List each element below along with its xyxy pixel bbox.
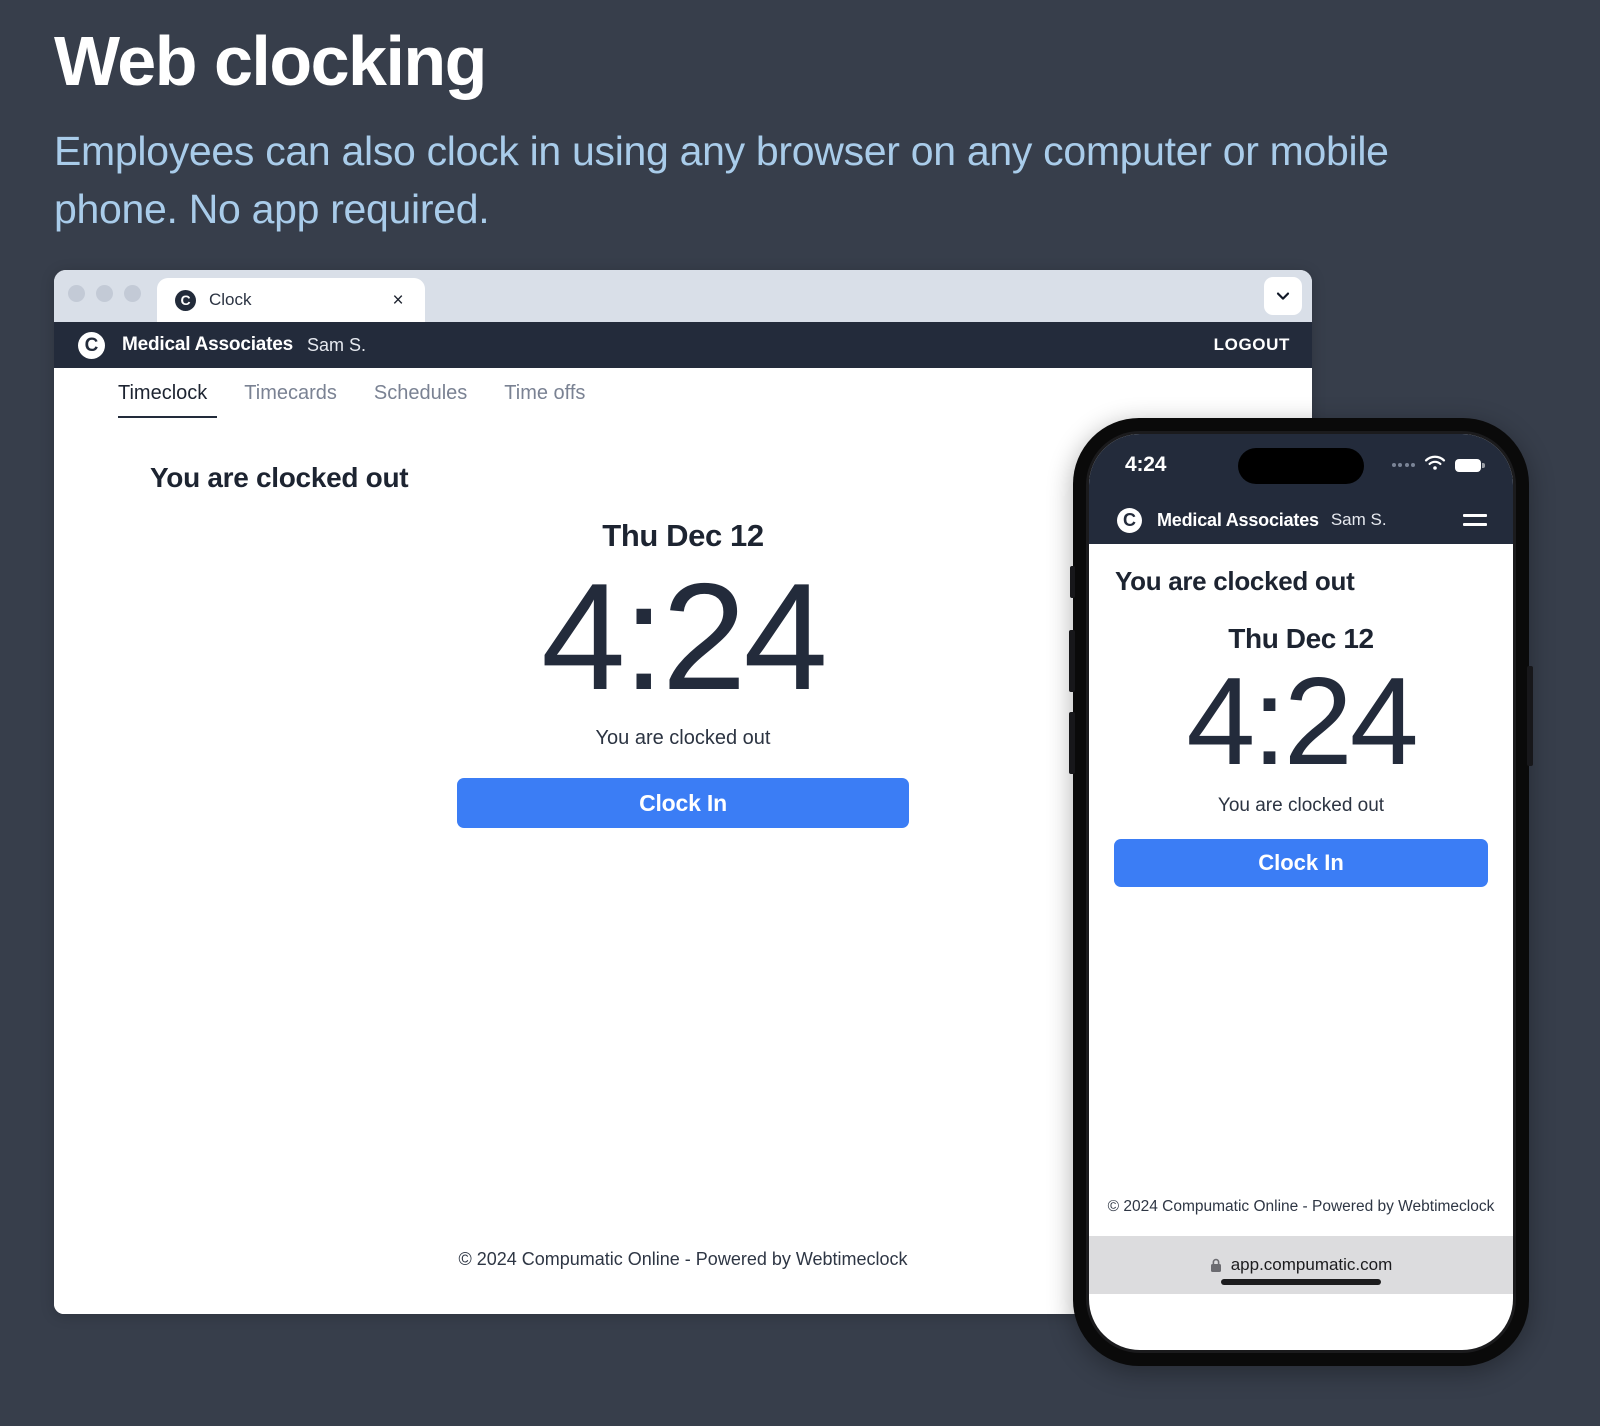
user-name: Sam S.	[307, 334, 367, 355]
app-logo-icon: C	[78, 331, 105, 359]
phone-app-content: You are clocked out Thu Dec 12 4:24 You …	[1089, 544, 1513, 1236]
tab-timeclock[interactable]: Timeclock	[118, 382, 218, 418]
tab-timecards[interactable]: Timecards	[244, 382, 362, 416]
phone-timeclock-panel: Thu Dec 12 4:24 You are clocked out Cloc…	[1114, 623, 1488, 888]
phone-clock-in-button[interactable]: Clock In	[1114, 839, 1488, 888]
phone-clock-status-heading: You are clocked out	[1115, 566, 1355, 596]
phone-screen: 4:24 C Medical Associates Sam S. You are…	[1089, 434, 1513, 1350]
tab-title: Clock	[209, 290, 252, 309]
phone-app-footer: © 2024 Compumatic Online - Powered by We…	[1107, 1198, 1495, 1215]
clock-status-heading: You are clocked out	[150, 462, 409, 493]
home-indicator	[1221, 1279, 1381, 1285]
phone-mute-switch[interactable]	[1070, 566, 1075, 598]
phone-url-text: app.compumatic.com	[1230, 1255, 1393, 1274]
clock-date: Thu Dec 12	[602, 518, 764, 553]
clock-status-text: You are clocked out	[595, 727, 771, 750]
tab-time-offs[interactable]: Time offs	[504, 382, 610, 416]
browser-tab-clock[interactable]: C Clock ×	[157, 278, 425, 322]
slide-header: Web clocking Employees can also clock in…	[54, 22, 1454, 238]
phone-user-name: Sam S.	[1330, 510, 1387, 529]
hamburger-menu-icon[interactable]	[1463, 514, 1487, 526]
signal-dots-icon	[1391, 463, 1415, 467]
wifi-icon	[1424, 455, 1446, 476]
organization-name: Medical Associates	[122, 334, 293, 355]
chevron-down-icon[interactable]	[1264, 277, 1302, 315]
timeclock-panel: Thu Dec 12 4:24 You are clocked out Cloc…	[457, 518, 909, 829]
phone-organization-name: Medical Associates	[1157, 509, 1319, 530]
clock-in-button[interactable]: Clock In	[457, 778, 909, 829]
phone-clock-date: Thu Dec 12	[1228, 623, 1374, 654]
maximize-window-button[interactable]	[124, 284, 141, 302]
app-navbar: C Medical Associates Sam S. LOGOUT	[54, 322, 1312, 368]
page-subtitle: Employees can also clock in using any br…	[54, 127, 1389, 232]
dynamic-island	[1238, 448, 1364, 484]
page-title: Web clocking	[54, 22, 487, 100]
battery-icon	[1455, 458, 1485, 472]
phone-status-icons	[1391, 455, 1485, 476]
phone-url-bar[interactable]: app.compumatic.com	[1089, 1236, 1513, 1294]
browser-tab-bar: C Clock ×	[54, 270, 1312, 322]
phone-volume-down-button[interactable]	[1069, 712, 1075, 774]
clock-time: 4:24	[541, 552, 828, 722]
phone-app-logo-icon: C	[1117, 507, 1142, 533]
phone-mockup: 4:24 C Medical Associates Sam S. You are…	[1069, 418, 1533, 1366]
tab-favicon-icon: C	[175, 289, 196, 311]
close-window-button[interactable]	[68, 284, 85, 302]
minimize-window-button[interactable]	[96, 284, 113, 302]
phone-status-time: 4:24	[1125, 453, 1167, 476]
phone-bezel: 4:24 C Medical Associates Sam S. You are…	[1086, 431, 1516, 1353]
tab-schedules[interactable]: Schedules	[374, 382, 492, 416]
lock-icon	[1210, 1258, 1222, 1273]
phone-volume-up-button[interactable]	[1069, 630, 1075, 692]
phone-navbar: C Medical Associates Sam S.	[1089, 496, 1513, 544]
window-traffic-lights	[68, 270, 157, 322]
phone-clock-status-text: You are clocked out	[1217, 795, 1385, 817]
logout-button[interactable]: LOGOUT	[1214, 335, 1290, 355]
phone-power-button[interactable]	[1527, 666, 1533, 766]
close-tab-icon[interactable]: ×	[387, 291, 409, 310]
phone-clock-time: 4:24	[1186, 653, 1418, 791]
app-tab-nav: Timeclock Timecards Schedules Time offs	[54, 368, 1312, 418]
